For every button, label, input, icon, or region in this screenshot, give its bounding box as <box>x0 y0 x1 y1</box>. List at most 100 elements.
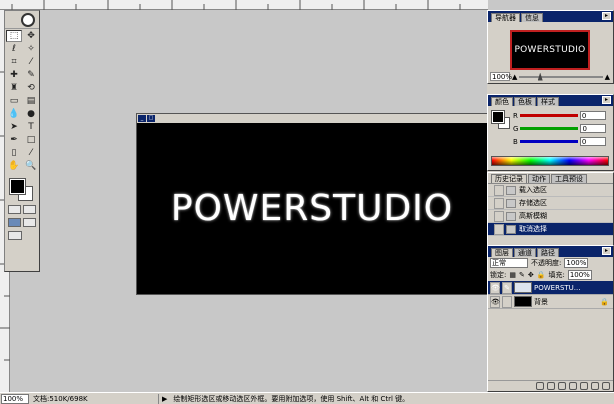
minimize-icon[interactable]: _ <box>138 115 146 122</box>
panel-menu-icon[interactable]: ▸ <box>602 96 611 104</box>
path-select-tool-icon[interactable]: ➤ <box>6 121 22 133</box>
panel-menu-icon[interactable]: ▸ <box>602 247 611 255</box>
navigator-zoom-slider[interactable] <box>519 72 603 81</box>
zoom-out-icon[interactable]: ▲ <box>512 73 517 81</box>
screen-mode-standard-button[interactable] <box>8 218 21 227</box>
history-brush-tool-icon[interactable]: ⟲ <box>23 82 39 94</box>
history-brush-source-checkbox[interactable] <box>494 184 504 196</box>
tab-color[interactable]: 颜色 <box>491 97 513 106</box>
navigator-thumbnail-text: POWERSTUDIO <box>514 45 586 55</box>
green-value-input[interactable]: 0 <box>580 124 607 133</box>
status-doc-info[interactable]: 文档:510K/698K <box>29 393 159 404</box>
history-panel-tabs: 历史记录 动作 工具预设 <box>488 173 613 184</box>
layer-mask-icon[interactable] <box>558 382 566 390</box>
blend-mode-select[interactable]: 正常 <box>490 258 528 268</box>
horizontal-ruler[interactable] <box>0 0 488 10</box>
layer-visibility-eye-icon[interactable]: 👁 <box>490 281 500 294</box>
tab-tool-presets[interactable]: 工具预设 <box>551 174 587 183</box>
lock-all-icon[interactable]: 🔒 <box>537 271 546 279</box>
adjustment-layer-icon[interactable] <box>569 382 577 390</box>
toolbox-header[interactable] <box>5 11 39 29</box>
history-brush-source-checkbox[interactable] <box>494 197 504 209</box>
zoom-in-icon[interactable]: ▲ <box>605 73 610 81</box>
quick-mask-button[interactable] <box>23 205 36 214</box>
link-layers-icon[interactable] <box>536 382 544 390</box>
pen-tool-icon[interactable]: ✒ <box>6 134 22 146</box>
tab-info[interactable]: 信息 <box>521 13 543 22</box>
history-item-selected[interactable]: 取消选择 <box>488 223 613 236</box>
blur-tool-icon[interactable]: 💧 <box>6 108 22 120</box>
brush-tool-icon[interactable]: ✎ <box>23 69 39 81</box>
history-item[interactable]: 载入选区 <box>488 184 613 197</box>
eyedropper-tool-icon[interactable]: ⁄ <box>23 147 39 159</box>
blue-slider[interactable] <box>519 140 578 143</box>
history-brush-source-checkbox[interactable] <box>494 210 504 222</box>
red-value-input[interactable]: 0 <box>579 111 606 120</box>
standard-mode-button[interactable] <box>8 205 21 214</box>
marquee-tool-icon[interactable]: ⬚ <box>6 30 22 42</box>
layer-visibility-eye-icon[interactable]: 👁 <box>490 295 500 308</box>
shape-tool-icon[interactable]: □ <box>23 134 39 146</box>
tab-paths[interactable]: 路径 <box>537 248 559 257</box>
crop-tool-icon[interactable]: ⌗ <box>6 56 22 68</box>
eraser-tool-icon[interactable]: ▭ <box>6 95 22 107</box>
red-slider[interactable] <box>519 114 578 117</box>
gradient-tool-icon[interactable]: ▤ <box>23 95 39 107</box>
slider-knob[interactable] <box>537 72 543 81</box>
tab-channels[interactable]: 通道 <box>514 248 536 257</box>
color-spectrum-ramp[interactable] <box>491 156 609 166</box>
lasso-tool-icon[interactable]: ℓ <box>6 43 22 55</box>
status-zoom-input[interactable]: 100% <box>1 393 29 404</box>
status-arrow-icon[interactable]: ▶ <box>159 395 167 403</box>
maximize-icon[interactable]: □ <box>147 115 155 122</box>
notes-tool-icon[interactable]: ▯ <box>6 147 22 159</box>
lock-position-icon[interactable]: ✥ <box>528 271 534 279</box>
layer-link-icon[interactable] <box>502 295 512 308</box>
color-panel: 颜色 色板 样式 ▸ R 0 G 0 B 0 <box>487 94 614 171</box>
panel-menu-icon[interactable]: ▸ <box>602 12 611 20</box>
document-canvas[interactable]: POWERSTUDIO <box>137 123 487 294</box>
opacity-input[interactable]: 100% <box>564 258 589 268</box>
history-item[interactable]: 存储选区 <box>488 197 613 210</box>
tab-history[interactable]: 历史记录 <box>491 174 527 183</box>
move-tool-icon[interactable]: ✥ <box>23 30 39 42</box>
photoshop-eye-icon[interactable] <box>21 13 35 27</box>
document-titlebar[interactable]: _ □ <box>137 114 487 123</box>
color-panel-foreground[interactable] <box>491 110 505 124</box>
tab-actions[interactable]: 动作 <box>528 174 550 183</box>
delete-layer-icon[interactable] <box>602 382 610 390</box>
hand-tool-icon[interactable]: ✋ <box>6 160 22 172</box>
green-slider[interactable] <box>520 127 579 130</box>
layers-panel-tabs: 图层 通道 路径 ▸ <box>488 246 613 257</box>
zoom-tool-icon[interactable]: 🔍 <box>23 160 39 172</box>
history-brush-source-checkbox[interactable] <box>494 223 504 235</box>
document-window[interactable]: _ □ POWERSTUDIO <box>136 113 488 295</box>
foreground-color-swatch[interactable] <box>9 178 26 195</box>
lock-transparency-icon[interactable]: ▦ <box>509 271 516 279</box>
tab-styles[interactable]: 样式 <box>537 97 559 106</box>
tab-navigator[interactable]: 导航器 <box>491 13 520 22</box>
stamp-tool-icon[interactable]: ♜ <box>6 82 22 94</box>
layer-row-selected[interactable]: 👁 ✎ POWERSTU... <box>488 281 613 295</box>
layer-row[interactable]: 👁 背景 🔒 <box>488 295 613 309</box>
magic-wand-tool-icon[interactable]: ✧ <box>23 43 39 55</box>
layer-style-icon[interactable] <box>547 382 555 390</box>
history-item[interactable]: 高斯模糊 <box>488 210 613 223</box>
new-group-icon[interactable] <box>580 382 588 390</box>
heal-tool-icon[interactable]: ✚ <box>6 69 22 81</box>
blue-channel-row: B 0 <box>513 137 606 146</box>
navigator-thumbnail[interactable]: POWERSTUDIO <box>510 30 590 70</box>
new-layer-icon[interactable] <box>591 382 599 390</box>
layer-link-brush-icon[interactable]: ✎ <box>502 281 512 294</box>
dodge-tool-icon[interactable]: ● <box>23 108 39 120</box>
tab-swatches[interactable]: 色板 <box>514 97 536 106</box>
jump-to-imageready-button[interactable] <box>8 231 22 240</box>
screen-mode-full-button[interactable] <box>23 218 36 227</box>
navigator-zoom-input[interactable]: 100% <box>490 72 512 81</box>
type-tool-icon[interactable]: T <box>23 121 39 133</box>
tab-layers[interactable]: 图层 <box>491 248 513 257</box>
fill-input[interactable]: 100% <box>567 270 592 280</box>
blue-value-input[interactable]: 0 <box>579 137 606 146</box>
lock-image-icon[interactable]: ✎ <box>519 271 525 279</box>
slice-tool-icon[interactable]: ⁄ <box>23 56 39 68</box>
